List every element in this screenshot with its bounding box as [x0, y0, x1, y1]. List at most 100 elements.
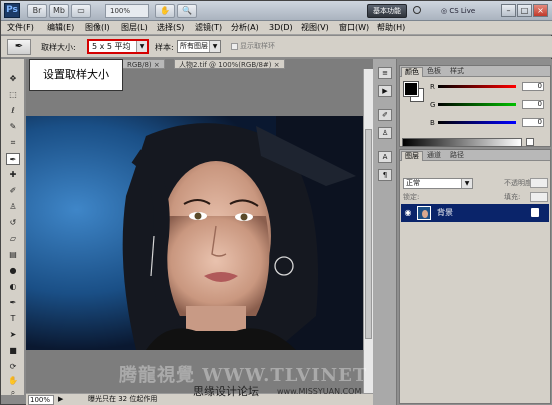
menu-3d[interactable]: 3D(D) [269, 22, 293, 34]
menu-view[interactable]: 视图(V) [301, 22, 329, 34]
show-sampling-ring-checkbox[interactable]: 显示取样环 [231, 41, 275, 53]
blend-mode-dropdown[interactable]: 正常 ▼ [403, 178, 473, 189]
blue-value-input[interactable]: 0 [522, 118, 544, 127]
menu-filter[interactable]: 滤镜(T) [195, 22, 222, 34]
minimize-button[interactable]: – [501, 4, 516, 17]
panel-dock: ≡ ▶ ✐ ♙ A ¶ 颜色 色板 样式 R 0 G 0 B 0 图层 通道 路… [373, 59, 552, 405]
tab-color[interactable]: 颜色 [401, 67, 423, 77]
brush-tool-icon[interactable]: ✐ [6, 185, 20, 197]
crop-tool-icon[interactable]: ⌗ [6, 137, 20, 149]
layers-panel-tabs: 图层 通道 路径 [400, 150, 550, 161]
color-panel: 颜色 色板 样式 R 0 G 0 B 0 [399, 65, 551, 147]
menu-edit[interactable]: 编辑(E) [47, 22, 74, 34]
document-tab-active[interactable]: 人物2.tif @ 100%(RGB/8#) × [174, 59, 285, 69]
type-tool-icon[interactable]: T [6, 313, 20, 325]
color-panel-tabs: 颜色 色板 样式 [400, 66, 550, 77]
layer-name: 背景 [437, 208, 453, 217]
menu-window[interactable]: 窗口(W) [339, 22, 369, 34]
tab-layers[interactable]: 图层 [401, 151, 423, 161]
green-slider[interactable] [438, 103, 516, 106]
vertical-scrollbar[interactable] [363, 69, 373, 393]
white-swatch[interactable] [526, 138, 534, 146]
visibility-eye-icon[interactable]: ◉ [403, 207, 413, 218]
menu-help[interactable]: 帮助(H) [377, 22, 405, 34]
sample-size-dropdown[interactable]: 5 x 5 平均 ▼ [87, 39, 149, 54]
eyedropper-tool-icon[interactable]: ✒ [6, 153, 20, 165]
paragraph-panel-icon[interactable]: ¶ [378, 169, 392, 181]
tab-paths[interactable]: 路径 [447, 151, 467, 161]
pen-tool-icon[interactable]: ✒ [6, 297, 20, 309]
maximize-button[interactable]: □ [517, 4, 532, 17]
zoom-field[interactable]: 100% [28, 395, 54, 405]
tab-styles[interactable]: 样式 [447, 67, 467, 77]
zoom-tool-button[interactable]: 🔍 [177, 4, 197, 18]
sample-layers-dropdown[interactable]: 所有图层 ▼ [177, 40, 221, 53]
path-select-tool-icon[interactable]: ➤ [6, 329, 20, 341]
healing-brush-tool-icon[interactable]: ✚ [6, 169, 20, 181]
history-panel-icon[interactable]: ≡ [378, 67, 392, 79]
green-value-input[interactable]: 0 [522, 100, 544, 109]
footer-forum-name: 思缘设计论坛 [193, 385, 259, 398]
sample-size-label: 取样大小: [41, 43, 76, 52]
clone-source-panel-icon[interactable]: ♙ [378, 127, 392, 139]
search-icon[interactable] [413, 6, 421, 14]
red-slider[interactable] [438, 85, 516, 88]
actions-panel-icon[interactable]: ▶ [378, 85, 392, 97]
zoom-tool-icon[interactable]: ⌕ [6, 387, 20, 399]
menu-file[interactable]: 文件(F) [7, 22, 34, 34]
status-text: 曝光只在 32 位起作用 [88, 395, 158, 403]
sample-label: 样本: [155, 43, 174, 52]
quick-select-tool-icon[interactable]: ✎ [6, 121, 20, 133]
cs-live-label: CS Live [449, 7, 476, 15]
lasso-tool-icon[interactable]: ℓ [6, 105, 20, 117]
dodge-tool-icon[interactable]: ◐ [6, 281, 20, 293]
opacity-input[interactable] [530, 178, 548, 188]
shape-tool-icon[interactable]: ■ [6, 345, 20, 357]
document-tab-1[interactable]: RGB/8) × [122, 59, 165, 69]
chevron-down-icon: ▼ [209, 41, 220, 52]
layer-row-background[interactable]: ◉ 背景 [401, 204, 549, 222]
red-value-input[interactable]: 0 [522, 82, 544, 91]
history-brush-tool-icon[interactable]: ↺ [6, 217, 20, 229]
menu-analysis[interactable]: 分析(A) [231, 22, 259, 34]
fill-input[interactable] [530, 192, 548, 202]
blur-tool-icon[interactable]: ● [6, 265, 20, 277]
eraser-tool-icon[interactable]: ▱ [6, 233, 20, 245]
menu-image[interactable]: 图像(I) [85, 22, 110, 34]
bridge-button[interactable]: Br [27, 4, 47, 18]
cs-live-button[interactable]: ◎ CS Live [441, 4, 499, 18]
tool-preset-picker[interactable]: ✒ [7, 39, 31, 55]
menu-layer[interactable]: 图层(L) [121, 22, 148, 34]
hand-tool-button[interactable]: ✋ [155, 4, 175, 18]
status-menu-icon[interactable]: ▶ [58, 395, 63, 403]
blue-slider[interactable] [438, 121, 516, 124]
move-tool-icon[interactable]: ✥ [6, 73, 20, 85]
menu-select[interactable]: 选择(S) [157, 22, 184, 34]
scrollbar-thumb[interactable] [365, 129, 372, 339]
lock-label: 锁定: [403, 193, 420, 201]
character-panel-icon[interactable]: A [378, 151, 392, 163]
blend-mode-value: 正常 [406, 179, 420, 187]
mini-bridge-button[interactable]: Mb [49, 4, 69, 18]
sample-layers-value: 所有图层 [180, 42, 208, 50]
workspace-switcher[interactable]: 基本功能 [367, 4, 407, 18]
application-bar: Ps Br Mb ▭ 100% ✋ 🔍 基本功能 ◎ CS Live – □ × [1, 1, 552, 21]
chevron-down-icon: ▼ [461, 179, 472, 188]
3d-rotate-tool-icon[interactable]: ⟳ [6, 361, 20, 373]
brushes-panel-icon[interactable]: ✐ [378, 109, 392, 121]
view-extras-button[interactable]: ▭ [71, 4, 91, 18]
tab-channels[interactable]: 通道 [424, 151, 444, 161]
document-canvas-photo[interactable] [26, 116, 363, 350]
tab-swatches[interactable]: 色板 [424, 67, 444, 77]
hand-tool-icon[interactable]: ✋ [6, 375, 20, 387]
clone-stamp-tool-icon[interactable]: ♙ [6, 201, 20, 213]
color-ramp[interactable] [402, 138, 522, 147]
show-ring-label: 显示取样环 [240, 42, 275, 50]
portrait-image [26, 116, 363, 350]
marquee-tool-icon[interactable]: ⬚ [6, 89, 20, 101]
gradient-tool-icon[interactable]: ▤ [6, 249, 20, 261]
blue-label: B [430, 119, 435, 127]
close-button[interactable]: × [533, 4, 548, 17]
zoom-level-dropdown[interactable]: 100% [105, 4, 149, 18]
foreground-color-swatch[interactable] [403, 81, 419, 97]
